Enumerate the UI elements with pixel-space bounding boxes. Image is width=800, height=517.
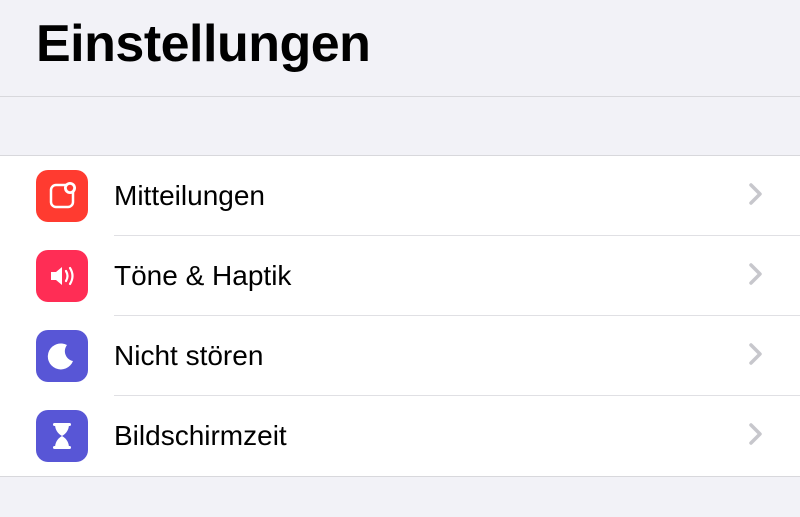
settings-row-notifications[interactable]: Mitteilungen	[0, 156, 800, 236]
settings-row-label: Bildschirmzeit	[114, 420, 736, 452]
settings-row-do-not-disturb[interactable]: Nicht stören	[0, 316, 800, 396]
chevron-right-icon	[748, 262, 764, 291]
settings-list: Mitteilungen Töne & Haptik Nicht stören	[0, 155, 800, 477]
page-title: Einstellungen	[36, 14, 764, 74]
notifications-icon	[36, 170, 88, 222]
sounds-icon	[36, 250, 88, 302]
chevron-right-icon	[748, 182, 764, 211]
chevron-right-icon	[748, 342, 764, 371]
section-spacer	[0, 97, 800, 155]
screen-time-icon	[36, 410, 88, 462]
settings-row-label: Nicht stören	[114, 340, 736, 372]
settings-row-label: Mitteilungen	[114, 180, 736, 212]
settings-row-sounds[interactable]: Töne & Haptik	[0, 236, 800, 316]
settings-header: Einstellungen	[0, 0, 800, 97]
settings-row-screen-time[interactable]: Bildschirmzeit	[0, 396, 800, 476]
settings-row-label: Töne & Haptik	[114, 260, 736, 292]
chevron-right-icon	[748, 422, 764, 451]
do-not-disturb-icon	[36, 330, 88, 382]
